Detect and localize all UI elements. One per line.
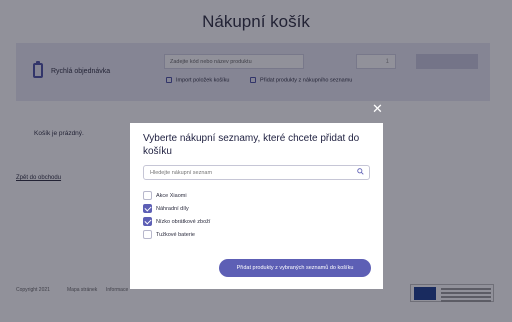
shopping-list-search-input[interactable] bbox=[143, 165, 370, 180]
list-checkbox[interactable] bbox=[143, 230, 152, 239]
list-item-label: Nízko obrátkové zboží bbox=[156, 218, 211, 225]
list-item[interactable]: Tužkové baterie bbox=[143, 228, 210, 241]
list-item-label: Náhradní díly bbox=[156, 205, 189, 212]
list-checkbox[interactable] bbox=[143, 204, 152, 213]
search-icon[interactable] bbox=[357, 168, 364, 175]
shopping-list-options: Akce Xiaomi Náhradní díly Nízko obrátkov… bbox=[143, 189, 210, 241]
shopping-list-modal: Vyberte nákupní seznamy, které chcete př… bbox=[130, 123, 383, 289]
add-selected-lists-button[interactable]: Přidat produkty z vybraných seznamů do k… bbox=[219, 259, 371, 277]
close-icon[interactable]: ✕ bbox=[372, 102, 383, 115]
list-checkbox[interactable] bbox=[143, 217, 152, 226]
list-item[interactable]: Náhradní díly bbox=[143, 202, 210, 215]
list-item-label: Akce Xiaomi bbox=[156, 192, 187, 199]
list-checkbox[interactable] bbox=[143, 191, 152, 200]
list-item[interactable]: Akce Xiaomi bbox=[143, 189, 210, 202]
list-item-label: Tužkové baterie bbox=[156, 231, 195, 238]
list-item[interactable]: Nízko obrátkové zboží bbox=[143, 215, 210, 228]
modal-title: Vyberte nákupní seznamy, které chcete př… bbox=[143, 133, 360, 157]
